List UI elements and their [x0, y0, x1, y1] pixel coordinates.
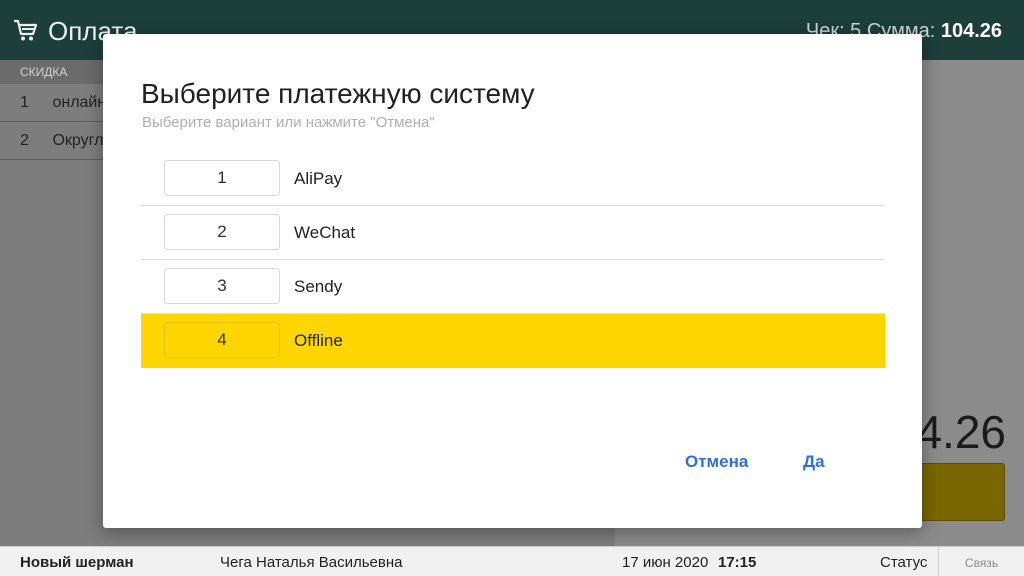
list-item-index: 1: [20, 94, 29, 111]
confirm-button[interactable]: Да: [803, 452, 825, 472]
dialog-subtitle: Выберите вариант или нажмите "Отмена": [142, 114, 435, 131]
option-label: Sendy: [294, 277, 343, 296]
payment-option-alipay[interactable]: 1 AliPay: [141, 152, 885, 206]
list-item-label: онлайн: [52, 94, 107, 111]
option-label: AliPay: [294, 169, 343, 188]
connection-button[interactable]: Связь: [938, 547, 1024, 576]
payment-system-dialog: Выберите платежную систему Выберите вари…: [103, 34, 922, 528]
option-number[interactable]: 4: [164, 322, 280, 358]
status-button[interactable]: Статус: [880, 554, 927, 571]
cashier-name: Чега Наталья Васильевна: [220, 554, 403, 571]
current-time: 17:15: [718, 554, 757, 571]
status-bar: Новый шерман Чега Наталья Васильевна 17 …: [0, 546, 1024, 576]
payment-option-offline[interactable]: 4 Offline: [141, 314, 885, 368]
payment-option-list: 1 AliPay 2 WeChat 3 Sendy 4 Offline: [141, 152, 885, 368]
option-label: WeChat: [294, 223, 356, 242]
current-date: 17 июн 2020: [622, 554, 709, 571]
list-item-index: 2: [20, 132, 29, 149]
total-amount: 4.26: [916, 406, 1006, 458]
store-name: Новый шерман: [20, 554, 134, 571]
list-item-label: Округл: [52, 132, 104, 149]
option-number[interactable]: 1: [164, 160, 280, 196]
cancel-button[interactable]: Отмена: [685, 452, 748, 472]
option-number[interactable]: 2: [164, 214, 280, 250]
payment-option-sendy[interactable]: 3 Sendy: [141, 260, 885, 314]
summary-value: 104.26: [940, 20, 1002, 42]
payment-option-wechat[interactable]: 2 WeChat: [141, 206, 885, 260]
option-label: Offline: [294, 331, 343, 350]
dialog-title: Выберите платежную систему: [141, 78, 535, 109]
cart-icon: [14, 19, 38, 41]
option-number[interactable]: 3: [164, 268, 280, 304]
